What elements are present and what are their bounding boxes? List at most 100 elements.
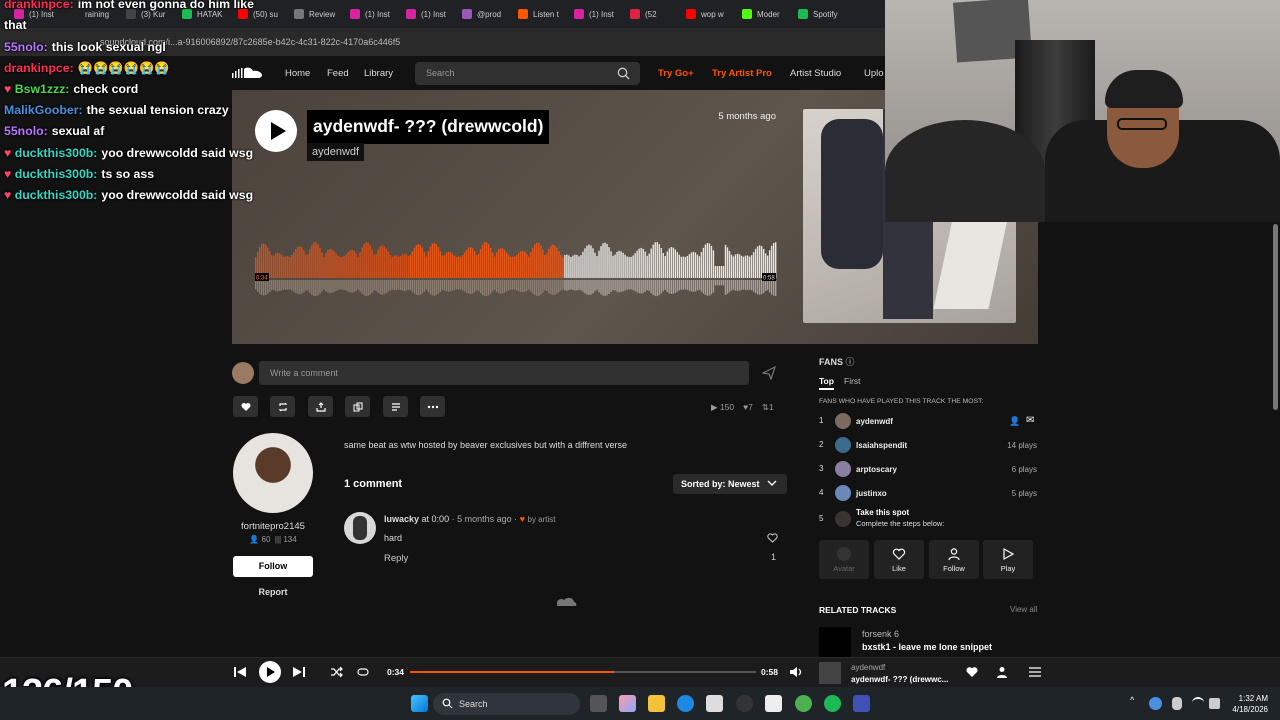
comment-reply-button[interactable]: Reply [384, 553, 408, 564]
chat-username[interactable]: Bsw1zzz: [15, 82, 70, 96]
nav-try-artist-pro[interactable]: Try Artist Pro [712, 68, 772, 79]
fan-row[interactable]: 2 lsaiahspendit 14 plays [819, 437, 1037, 453]
step-play[interactable]: Play [983, 540, 1033, 579]
fan-avatar[interactable] [835, 461, 851, 477]
info-icon[interactable]: ⓘ [846, 357, 855, 367]
fan-name[interactable]: justinxo [856, 489, 887, 498]
nav-artist-studio[interactable]: Artist Studio [790, 68, 841, 79]
uploader-name[interactable]: fortnitepro2145 [233, 521, 313, 532]
discord-icon[interactable] [853, 695, 870, 712]
fan-avatar[interactable] [835, 437, 851, 453]
player-track-artist[interactable]: aydenwdf [851, 663, 885, 672]
likes-stat[interactable]: ♥7 [743, 402, 753, 413]
search-icon[interactable] [617, 67, 630, 80]
fan-name[interactable]: aydenwdf [856, 417, 893, 426]
browser-tab[interactable]: (1) Inst [400, 3, 454, 25]
copilot-icon[interactable] [619, 695, 636, 712]
fan-name[interactable]: lsaiahspendit [856, 441, 907, 450]
related-track-artwork[interactable] [819, 627, 851, 657]
comment-timestamp[interactable]: at 0:00 [422, 514, 450, 524]
page-scrollbar[interactable] [1271, 222, 1280, 660]
mic-icon[interactable] [1172, 697, 1182, 710]
fan-avatar[interactable] [835, 485, 851, 501]
tray-chevron-icon[interactable]: ^ [1130, 695, 1140, 712]
search-input[interactable]: Search [415, 62, 640, 85]
track-artist[interactable]: aydenwdf [307, 143, 365, 161]
taskbar-clock[interactable]: 1:32 AM 4/18/2026 [1226, 693, 1268, 715]
nav-try-go[interactable]: Try Go+ [658, 68, 694, 79]
browser-tab[interactable]: Listen t [512, 3, 566, 25]
player-track-artwork[interactable] [819, 662, 841, 684]
queue-icon[interactable] [1028, 665, 1042, 679]
add-to-playlist-button[interactable] [383, 396, 408, 417]
spotify-taskbar-icon[interactable] [824, 695, 841, 712]
browser-tab[interactable]: (1) Inst [568, 3, 622, 25]
more-button[interactable] [420, 396, 445, 417]
volume-icon[interactable] [789, 665, 803, 679]
hero-play-button[interactable] [255, 110, 297, 152]
like-button[interactable] [233, 396, 258, 417]
nav-home[interactable]: Home [285, 68, 310, 79]
player-like-icon[interactable] [965, 665, 979, 679]
speaker-icon[interactable] [1209, 698, 1220, 709]
player-follow-icon[interactable] [996, 665, 1010, 679]
player-play-button[interactable] [259, 661, 281, 683]
nav-upload[interactable]: Uplo [864, 68, 884, 79]
uploader-tracks[interactable]: 134 [283, 535, 296, 544]
chrome-icon[interactable] [795, 695, 812, 712]
repost-button[interactable] [270, 396, 295, 417]
taskbar-search[interactable]: Search [433, 693, 580, 715]
follow-button[interactable]: Follow [233, 556, 313, 577]
browser-tab[interactable]: Spotify [792, 3, 846, 25]
previous-icon[interactable] [233, 665, 247, 679]
step-follow[interactable]: Follow [929, 540, 979, 579]
chat-username[interactable]: duckthis300b: [15, 167, 98, 181]
windows-start-icon[interactable] [411, 695, 428, 712]
waveform[interactable]: 0:34 0:58 [255, 238, 777, 300]
fan-name[interactable]: arptoscary [856, 465, 897, 474]
report-button[interactable]: Report [233, 587, 313, 597]
nav-feed[interactable]: Feed [327, 68, 349, 79]
share-button[interactable] [308, 396, 333, 417]
sort-dropdown[interactable]: Sorted by: Newest [673, 474, 787, 494]
scrollbar-thumb[interactable] [1273, 224, 1278, 410]
chat-username[interactable]: 55nolo: [4, 40, 48, 54]
file-explorer-icon[interactable] [648, 695, 665, 712]
chat-username[interactable]: drankinpce: [4, 61, 74, 75]
browser-tab[interactable]: Moder [736, 3, 790, 25]
soundcloud-logo-icon[interactable] [232, 66, 264, 80]
capcut-icon[interactable] [765, 695, 782, 712]
player-track-title[interactable]: aydenwdf- ??? (drewwc... [851, 675, 948, 684]
copy-link-button[interactable] [345, 396, 370, 417]
obs-icon[interactable] [736, 695, 753, 712]
browser-tab[interactable]: (1) Inst [344, 3, 398, 25]
fan-row[interactable]: 4 justinxo 5 plays [819, 485, 1037, 501]
send-icon[interactable] [762, 366, 776, 380]
fan-follow-icon[interactable]: 👤 [1009, 416, 1020, 427]
fan-message-icon[interactable]: ✉ [1026, 415, 1034, 426]
browser-tab[interactable]: wop w [680, 3, 734, 25]
nav-library[interactable]: Library [364, 68, 393, 79]
uploader-followers[interactable]: 60 [262, 535, 271, 544]
edge-icon[interactable] [677, 695, 694, 712]
wifi-icon[interactable] [1192, 697, 1204, 709]
chat-username[interactable]: duckthis300b: [15, 188, 98, 202]
step-avatar[interactable]: Avatar [819, 540, 869, 579]
onedrive-icon[interactable] [1149, 697, 1162, 710]
next-icon[interactable] [292, 665, 306, 679]
related-view-all[interactable]: View all [1010, 605, 1037, 614]
reposts-stat[interactable]: ⇅1 [762, 402, 774, 413]
comment-like-icon[interactable] [767, 533, 778, 543]
task-view-icon[interactable] [590, 695, 607, 712]
comment-input[interactable]: Write a comment [259, 361, 749, 385]
related-track-title[interactable]: bxstk1 - leave me lone snippet [862, 642, 992, 652]
fan-avatar[interactable] [835, 413, 851, 429]
fans-tab-top[interactable]: Top [819, 376, 834, 390]
shuffle-icon[interactable] [330, 665, 344, 679]
chat-username[interactable]: 55nolo: [4, 124, 48, 138]
store-icon[interactable] [706, 695, 723, 712]
comment-user[interactable]: luwacky [384, 514, 419, 524]
uploader-avatar[interactable] [233, 433, 313, 513]
fan-row[interactable]: 1 aydenwdf 👤 ✉ [819, 413, 1037, 429]
chat-username[interactable]: duckthis300b: [15, 146, 98, 160]
